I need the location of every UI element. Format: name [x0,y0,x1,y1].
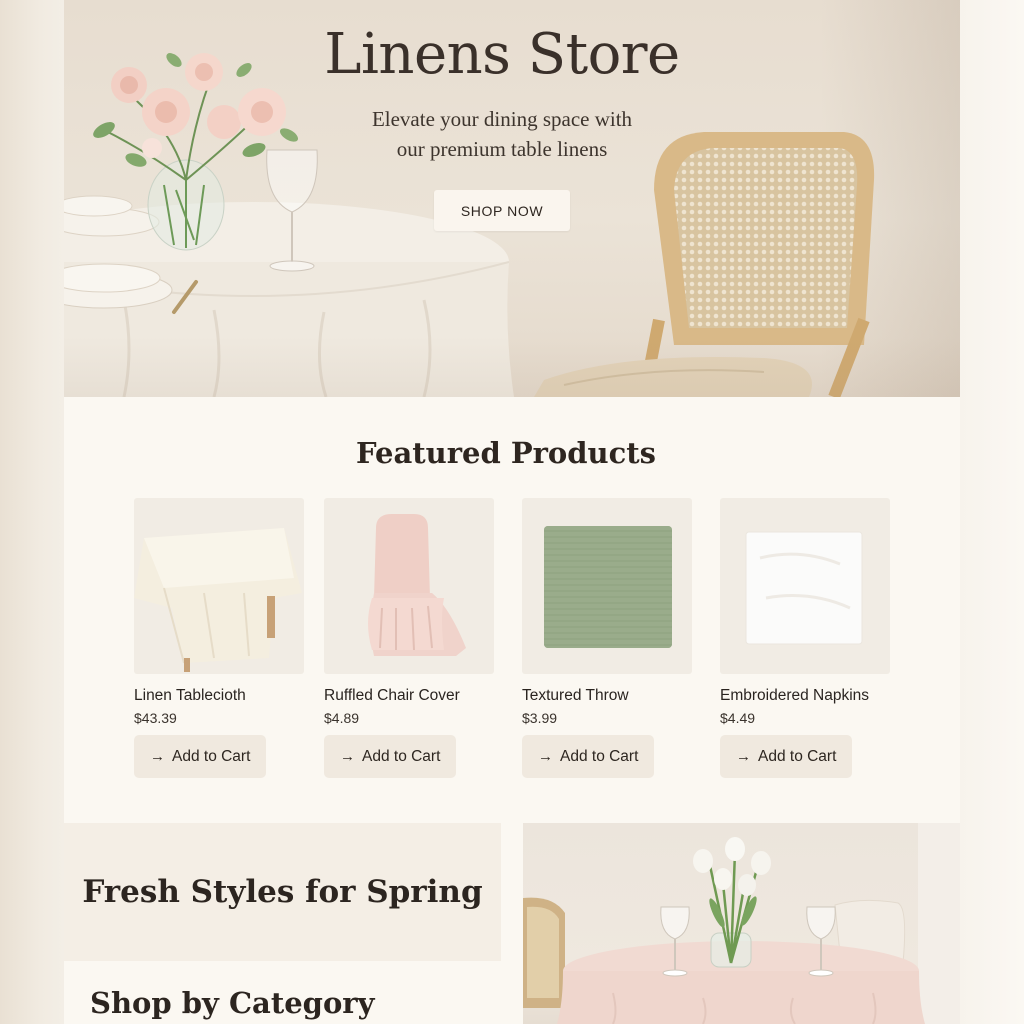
product-name[interactable]: Ruffled Chair Cover [324,687,494,705]
product-card: Embroidered Napkins $4.49 → Add to Cart [720,498,890,778]
product-image-tablecloth[interactable] [134,498,304,674]
arrow-right-icon: → [538,748,553,765]
product-price: $4.49 [720,710,756,726]
hero-subtitle: Elevate your dining space with our premi… [64,104,940,164]
product-price: $3.99 [522,710,558,726]
spring-promo-image[interactable] [523,823,960,1024]
hero-title: Linens Store [324,22,680,87]
add-to-cart-label: Add to Cart [758,747,837,765]
featured-products-title: Featured Products [356,436,656,470]
add-to-cart-label: Add to Cart [172,747,251,765]
product-card: Linen Tablecioth $43.39 → Add to Cart [134,498,304,778]
product-image-throw[interactable] [522,498,692,674]
spring-promo-panel[interactable]: Fresh Styles for Spring [64,823,501,961]
floor-shadow [64,337,960,397]
hero-subtitle-line1: Elevate your dining space with [371,107,633,131]
add-to-cart-label: Add to Cart [560,747,639,765]
spring-promo-title: Fresh Styles for Spring [82,874,483,910]
product-image-napkins[interactable] [720,498,890,674]
product-image-chair-cover[interactable] [324,498,494,674]
product-name[interactable]: Textured Throw [522,687,692,705]
product-price: $4.89 [324,710,360,726]
product-card: Ruffled Chair Cover $4.89 → Add to Cart [324,498,494,778]
arrow-right-icon: → [150,748,165,765]
add-to-cart-label: Add to Cart [362,747,441,765]
arrow-right-icon: → [736,748,751,765]
add-to-cart-button[interactable]: → Add to Cart [134,735,267,778]
hero-subtitle-line2: our premium table linens [396,137,608,161]
product-name[interactable]: Embroidered Napkins [720,687,890,705]
shop-by-category-title: Shop by Category [90,986,375,1020]
page: Linens Store Elevate your dining space w… [64,0,960,1024]
add-to-cart-button[interactable]: → Add to Cart [324,735,457,778]
hero-banner: Linens Store Elevate your dining space w… [64,0,960,397]
product-name[interactable]: Linen Tablecioth [134,687,304,705]
arrow-right-icon: → [340,748,355,765]
add-to-cart-button[interactable]: → Add to Cart [720,735,853,778]
shop-now-button[interactable]: SHOP NOW [434,190,570,231]
product-price: $43.39 [134,710,177,726]
add-to-cart-button[interactable]: → Add to Cart [522,735,655,778]
product-card: Textured Throw $3.99 → Add to Cart [522,498,692,778]
